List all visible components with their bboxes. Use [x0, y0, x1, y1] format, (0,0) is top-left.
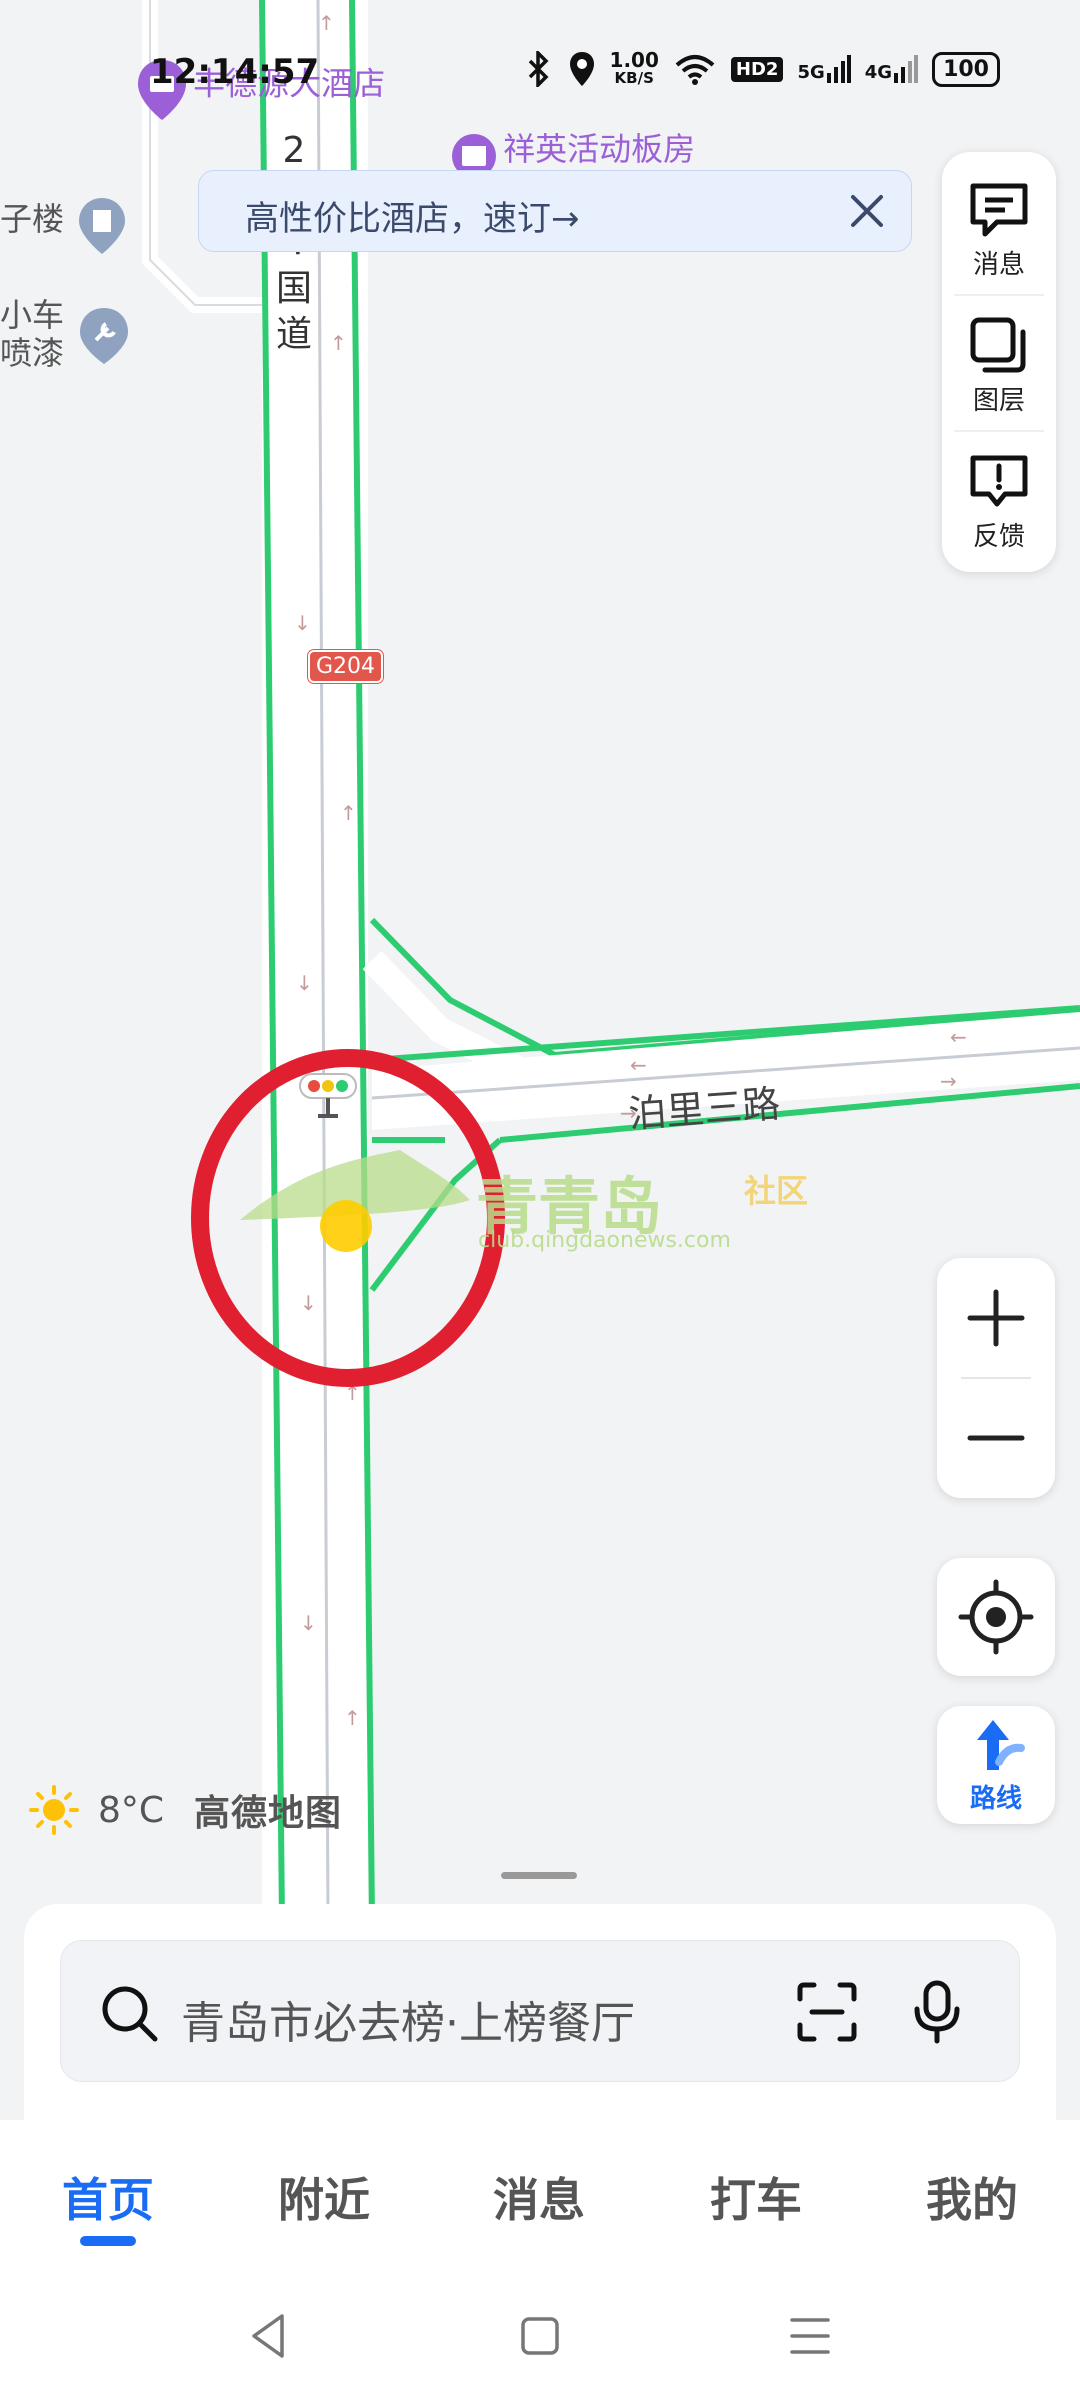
map-canvas[interactable]: ↑ ↑ ↓ ↑ ↓ ↓ ↑ ↓ ↑ ← ← → → — [0, 0, 1080, 1920]
signal-4g: 4G — [865, 55, 919, 83]
route-arrow-icon — [977, 1720, 1025, 1770]
tab-nearby[interactable]: 附近 — [244, 2164, 404, 2230]
tab-taxi[interactable]: 打车 — [676, 2164, 836, 2230]
search-placeholder: 青岛市必去榜·上榜餐厅 — [181, 1998, 635, 2049]
location-icon — [569, 52, 594, 86]
signal-bars-icon — [826, 55, 851, 83]
poi-car-repair[interactable]: 小车 喷漆 — [0, 296, 64, 372]
road-label-boli-third: 泊里三路 — [626, 1081, 782, 1137]
feedback-label: 反馈 — [972, 522, 1025, 552]
svg-text:↓: ↓ — [300, 1611, 317, 1635]
feedback-icon — [970, 455, 1028, 507]
current-location-marker — [320, 1200, 372, 1252]
bottom-tab-bar: 首页 附近 消息 打车 我的 — [0, 2120, 1080, 2280]
messages-label: 消息 — [972, 250, 1025, 280]
poi-car-repair-line2: 喷漆 — [0, 334, 65, 372]
wrench-pin-icon — [80, 308, 128, 364]
close-icon[interactable] — [841, 185, 893, 237]
sheet-drag-handle[interactable] — [501, 1872, 577, 1879]
system-navigation-bar — [0, 2280, 1080, 2400]
battery-indicator: 100 — [932, 51, 1000, 87]
svg-text:←: ← — [630, 1053, 647, 1077]
status-bar: 12:14:57 1.00 KB/S HD2 5G 4G 100 — [0, 40, 1080, 104]
search-input[interactable]: 青岛市必去榜·上榜餐厅 — [60, 1940, 1020, 2082]
layers-label: 图层 — [972, 386, 1025, 416]
watermark-url: club.qingdaonews.com — [478, 1228, 731, 1253]
tab-profile[interactable]: 我的 — [892, 2164, 1052, 2230]
menu-icon[interactable] — [788, 2310, 832, 2362]
zoom-out-button[interactable] — [937, 1378, 1055, 1498]
svg-text:↑: ↑ — [344, 1706, 361, 1730]
tab-home[interactable]: 首页 — [28, 2164, 188, 2230]
watermark-suffix: 社区 — [744, 1172, 809, 1210]
svg-text:↓: ↓ — [300, 1291, 317, 1315]
sun-icon — [29, 1785, 79, 1835]
home-icon[interactable] — [518, 2310, 562, 2362]
messages-button[interactable]: 消息 — [942, 160, 1056, 292]
svg-text:←: ← — [950, 1025, 967, 1049]
weather-widget[interactable]: 8°C 高德地图 — [28, 1784, 342, 1836]
poi-building[interactable]: 子楼 — [0, 194, 127, 256]
layers-icon — [970, 317, 1026, 373]
svg-text:↑: ↑ — [340, 801, 357, 825]
svg-text:↓: ↓ — [296, 971, 313, 995]
locate-button[interactable] — [937, 1558, 1055, 1676]
zoom-in-button[interactable] — [937, 1258, 1055, 1378]
signal-bars-icon — [894, 55, 919, 83]
route-button[interactable]: 路线 — [937, 1706, 1055, 1824]
active-tab-indicator — [80, 2236, 136, 2246]
svg-text:↑: ↑ — [318, 11, 335, 35]
feedback-button[interactable]: 反馈 — [942, 432, 1056, 564]
message-icon — [970, 183, 1028, 237]
layers-button[interactable]: 图层 — [942, 296, 1056, 428]
zoom-control — [937, 1258, 1055, 1498]
side-toolbar: 消息 图层 反馈 — [942, 152, 1056, 572]
map-view[interactable]: ↑ ↑ ↓ ↑ ↓ ↓ ↑ ↓ ↑ ← ← → → 丰德源大酒店 祥英活动板房 … — [0, 0, 1080, 1920]
crosshair-icon — [958, 1579, 1034, 1655]
building-pin-icon — [79, 197, 126, 254]
signal-5g: 5G — [797, 55, 851, 83]
network-speed: 1.00 KB/S — [609, 48, 659, 87]
poi-car-repair-line1: 小车 — [0, 296, 65, 334]
svg-text:↓: ↓ — [294, 611, 311, 635]
amap-logo: 高德地图 — [194, 1793, 343, 1834]
poi-building-label: 子楼 — [0, 200, 65, 238]
status-icons: 1.00 KB/S HD2 5G 4G 100 — [524, 50, 1000, 88]
scan-icon[interactable] — [796, 1981, 858, 2043]
route-label: 路线 — [969, 1784, 1022, 1814]
direction-arrows: ↑ ↑ ↓ ↑ ↓ ↓ ↑ ↓ ↑ ← ← → → — [294, 11, 967, 1730]
back-icon[interactable] — [246, 2310, 290, 2362]
search-icon — [102, 1986, 158, 2042]
weather-temperature: 8°C — [98, 1789, 165, 1831]
svg-text:↑: ↑ — [330, 331, 347, 355]
promo-banner[interactable]: 高性价比酒店，速订→ — [198, 170, 912, 252]
bluetooth-icon — [528, 51, 549, 87]
wifi-icon — [675, 55, 715, 85]
poi-plank-house-label: 祥英活动板房 — [503, 130, 696, 168]
status-time: 12:14:57 — [150, 52, 320, 92]
microphone-icon[interactable] — [909, 1979, 965, 2045]
promo-text[interactable]: 高性价比酒店，速订→ — [245, 191, 580, 240]
svg-text:→: → — [940, 1069, 957, 1093]
road-shield-g204: G204 — [308, 650, 384, 683]
tab-messages[interactable]: 消息 — [459, 2164, 619, 2230]
hd-badge: HD2 — [730, 56, 784, 82]
